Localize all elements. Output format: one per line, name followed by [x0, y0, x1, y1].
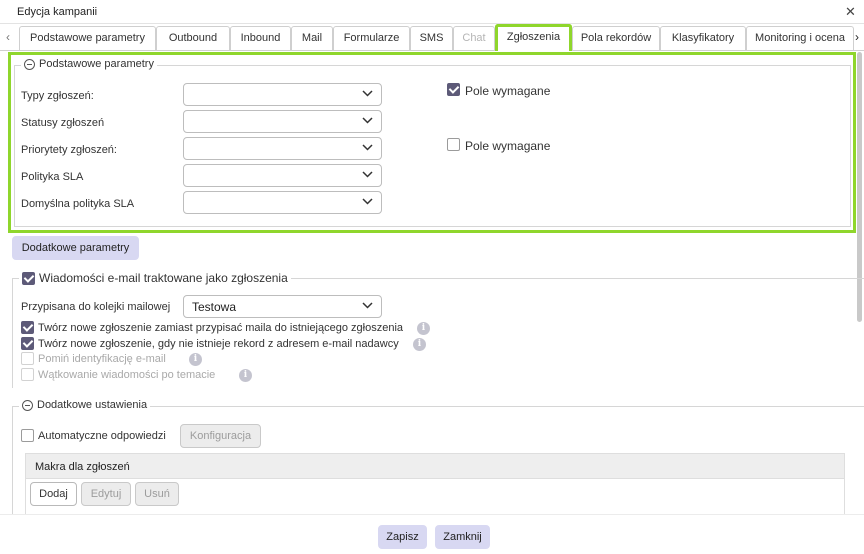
chevron-down-icon [362, 302, 373, 309]
tab-zgloszenia[interactable]: Zgłoszenia [495, 24, 572, 51]
info-icon[interactable]: i [417, 322, 430, 335]
window-titlebar: Edycja kampanii ✕ [0, 0, 864, 24]
close-button[interactable]: Zamknij [435, 525, 490, 549]
field-label-default-sla: Domyślna polityka SLA [21, 198, 135, 210]
queue-select[interactable]: Testowa [183, 295, 382, 318]
sla-policy-select[interactable] [183, 164, 382, 187]
macros-header: Makra dla zgłoszeń [25, 453, 845, 479]
info-icon[interactable]: i [413, 338, 426, 351]
dialog-footer: Zapisz Zamknij [0, 514, 864, 554]
tab-bar: ‹ Podstawowe parametry Outbound Inbound … [0, 24, 864, 51]
new-ticket-no-record-label: Twórz nowe zgłoszenie, gdy nie istnieje … [38, 338, 399, 350]
tab-mail[interactable]: Mail [291, 26, 333, 50]
info-icon[interactable]: i [189, 353, 202, 366]
auto-reply-label: Automatyczne odpowiedzi [38, 430, 166, 442]
auto-reply-checkbox[interactable] [21, 429, 34, 442]
close-icon[interactable]: ✕ [845, 4, 856, 20]
queue-label: Przypisana do kolejki mailowej [21, 301, 171, 313]
chevron-down-icon [362, 144, 373, 151]
tab-formularze[interactable]: Formularze [333, 26, 410, 50]
chevron-right-icon[interactable]: › [855, 30, 859, 44]
thread-by-subject-label: Wątkowanie wiadomości po temacie [38, 369, 216, 381]
delete-macro-button[interactable]: Usuń [135, 482, 179, 506]
types-select[interactable] [183, 83, 382, 106]
window-title: Edycja kampanii [17, 6, 98, 18]
tab-monitoring-i-ocena[interactable]: Monitoring i ocena [746, 26, 854, 50]
email-legend-title: Wiadomości e-mail traktowane jako zgłosz… [39, 271, 288, 285]
new-ticket-instead-label: Twórz nowe zgłoszenie zamiast przypisać … [38, 322, 404, 334]
basic-params-title: Podstawowe parametry [39, 58, 154, 70]
new-ticket-no-record-checkbox[interactable] [21, 337, 34, 350]
required-checkbox-1[interactable] [447, 83, 460, 96]
tab-outbound[interactable]: Outbound [156, 26, 230, 50]
email-tickets-checkbox[interactable] [22, 271, 35, 285]
field-label-types: Typy zgłoszeń: [21, 90, 94, 102]
save-button[interactable]: Zapisz [378, 525, 427, 549]
chevron-down-icon [362, 171, 373, 178]
field-label-priorities: Priorytety zgłoszeń: [21, 144, 117, 156]
field-label-statuses: Statusy zgłoszeń [21, 117, 105, 129]
tab-sms[interactable]: SMS [410, 26, 453, 50]
required-checkbox-2[interactable] [447, 138, 460, 151]
required-label-2: Pole wymagane [465, 139, 551, 153]
chevron-down-icon [362, 117, 373, 124]
required-label-1: Pole wymagane [465, 84, 551, 98]
additional-settings-legend[interactable]: Dodatkowe ustawienia [19, 399, 151, 411]
tab-klasyfikatory[interactable]: Klasyfikatory [660, 26, 746, 50]
basic-params-group: Podstawowe parametry [14, 58, 851, 227]
add-macro-button[interactable]: Dodaj [30, 482, 77, 506]
skip-email-id-checkbox [21, 352, 34, 365]
macros-title: Makra dla zgłoszeń [35, 461, 130, 473]
tab-pola-rekordow[interactable]: Pola rekordów [572, 26, 660, 50]
collapse-icon[interactable] [24, 58, 35, 70]
info-icon[interactable]: i [239, 369, 252, 382]
statuses-select[interactable] [183, 110, 382, 133]
configuration-button[interactable]: Konfiguracja [180, 424, 261, 448]
tab-podstawowe-parametry[interactable]: Podstawowe parametry [19, 26, 156, 50]
tab-chat: Chat [453, 26, 495, 50]
field-label-sla-policy: Polityka SLA [21, 171, 84, 183]
collapse-icon[interactable] [22, 399, 33, 411]
additional-settings-title: Dodatkowe ustawienia [37, 399, 148, 411]
chevron-left-icon[interactable]: ‹ [6, 30, 10, 44]
basic-params-legend[interactable]: Podstawowe parametry [21, 58, 157, 70]
tab-inbound[interactable]: Inbound [230, 26, 291, 50]
edit-macro-button[interactable]: Edytuj [81, 482, 131, 506]
thread-by-subject-checkbox [21, 368, 34, 381]
new-ticket-instead-checkbox[interactable] [21, 321, 34, 334]
chevron-down-icon [362, 198, 373, 205]
priorities-select[interactable] [183, 137, 382, 160]
email-legend: Wiadomości e-mail traktowane jako zgłosz… [19, 271, 291, 285]
additional-params-button[interactable]: Dodatkowe parametry [12, 236, 139, 260]
skip-email-id-label: Pomiń identyfikację e-mail [38, 353, 166, 365]
chevron-down-icon [362, 90, 373, 97]
default-sla-select[interactable] [183, 191, 382, 214]
